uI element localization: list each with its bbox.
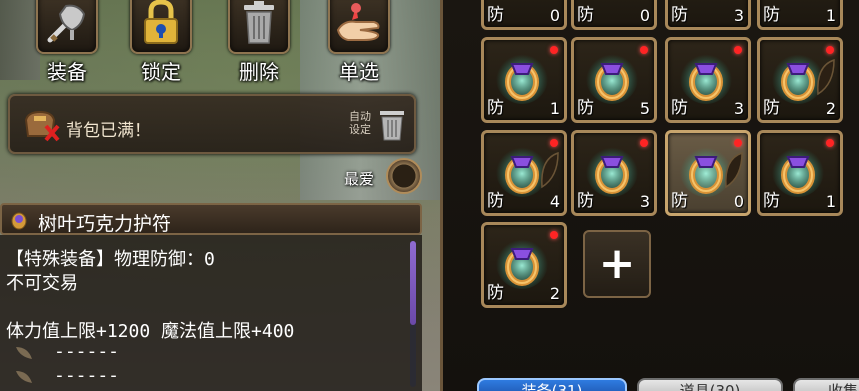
socket-leaf-icon xyxy=(14,369,34,385)
new-item-dot xyxy=(550,231,558,239)
detail-scroll-thumb[interactable] xyxy=(410,241,416,325)
tab-collection[interactable]: 收集 xyxy=(793,378,859,391)
bag-full-message: 背包已满！ xyxy=(66,121,151,141)
slot-count: 3 xyxy=(639,192,650,211)
new-item-dot xyxy=(734,139,742,147)
new-item-dot xyxy=(826,46,834,54)
slot-type-label: 防 xyxy=(671,191,688,211)
slot-count: 4 xyxy=(549,192,560,211)
full-bag-icon xyxy=(22,106,62,142)
inventory-slot[interactable]: 防 0 xyxy=(571,0,657,30)
slot-count: 3 xyxy=(733,99,744,118)
slot-type-label: 防 xyxy=(577,191,594,211)
action-bar: 装备 锁定 删除 单选 xyxy=(0,0,430,90)
slot-type-label: 防 xyxy=(671,98,688,118)
lock-label: 锁定 xyxy=(141,60,181,84)
slot-count: 1 xyxy=(825,6,836,25)
inventory-slot[interactable]: 防2 xyxy=(757,37,843,123)
favorite-label: 最爱 xyxy=(344,170,375,188)
delete-button[interactable]: 删除 xyxy=(220,0,298,88)
socket-leaf-icon xyxy=(14,345,34,361)
detail-scrollbar[interactable] xyxy=(410,241,416,387)
trash-icon xyxy=(228,0,290,54)
equip-button[interactable]: 装备 xyxy=(28,0,106,88)
lock-icon xyxy=(130,0,192,54)
item-name: 树叶巧克力护符 xyxy=(38,213,172,235)
auto-label-line-2: 设定 xyxy=(349,123,371,136)
tab-items[interactable]: 道具(30) xyxy=(637,378,783,391)
slot-type-label: 防 xyxy=(763,191,780,211)
new-item-dot xyxy=(826,139,834,147)
slot-count: 1 xyxy=(549,99,560,118)
slot-count: 0 xyxy=(733,192,744,211)
inventory-slot[interactable]: 防5 xyxy=(571,37,657,123)
slot-type-label: 防 xyxy=(487,191,504,211)
leaf-socket-icon xyxy=(814,58,836,98)
socket-slot-2: ------ xyxy=(54,365,120,386)
slot-type-label: 防 xyxy=(671,5,688,25)
item-stat-line: 【特殊装备】物理防御：0 xyxy=(6,249,215,270)
slot-count: 0 xyxy=(639,6,650,25)
slot-count: 2 xyxy=(549,284,560,303)
favorite-toggle-button[interactable] xyxy=(386,158,422,194)
leaf-socket-icon xyxy=(538,151,560,191)
inventory-slot[interactable]: 防 3 xyxy=(665,0,751,30)
slot-count: 3 xyxy=(733,6,744,25)
slot-type-label: 防 xyxy=(487,283,504,303)
delete-label: 删除 xyxy=(239,60,279,84)
add-slot-button[interactable]: + xyxy=(583,230,651,298)
inventory-slot[interactable]: 防3 xyxy=(665,37,751,123)
slot-type-label: 防 xyxy=(763,98,780,118)
hand-select-icon xyxy=(328,0,390,54)
equip-label: 装备 xyxy=(47,60,87,84)
slot-type-label: 防 xyxy=(577,98,594,118)
inventory-slot[interactable]: 防 1 xyxy=(757,0,843,30)
auto-setting-label[interactable]: 自动 设定 xyxy=(344,110,376,136)
auto-label-line-1: 自动 xyxy=(349,110,371,123)
inventory-slot[interactable]: 防0 xyxy=(665,130,751,216)
auto-trash-icon[interactable] xyxy=(378,108,406,142)
slot-type-label: 防 xyxy=(763,5,780,25)
inventory-slot[interactable]: 防 0 xyxy=(481,0,567,30)
item-bonus-line: 体力值上限+1200 魔法值上限+400 xyxy=(6,321,295,342)
single-select-button[interactable]: 单选 xyxy=(320,0,398,88)
slot-type-label: 防 xyxy=(577,5,594,25)
new-item-dot xyxy=(640,46,648,54)
slot-type-label: 防 xyxy=(487,5,504,25)
new-item-dot xyxy=(640,139,648,147)
slot-count: 0 xyxy=(549,6,560,25)
single-select-label: 单选 xyxy=(339,60,379,84)
inventory-slot[interactable]: 防2 xyxy=(481,222,567,308)
inventory-slot[interactable]: 防4 xyxy=(481,130,567,216)
tab-equipment[interactable]: 装备(31) xyxy=(477,378,627,391)
inventory-slot[interactable]: 防1 xyxy=(481,37,567,123)
bag-status-bar: 背包已满！ 自动 设定 xyxy=(8,94,416,154)
leaf-socket-icon xyxy=(722,151,744,191)
amulet-icon xyxy=(10,210,28,230)
socket-slot-1: ------ xyxy=(54,341,120,362)
new-item-dot xyxy=(550,139,558,147)
item-title-bar: 树叶巧克力护符 xyxy=(0,203,422,235)
inventory-slot[interactable]: 防3 xyxy=(571,130,657,216)
inventory-panel: 防 0 防 0 防 3 防 1 防1防5防3防2防4防3防0防1防2 + 装备(… xyxy=(440,0,859,391)
plus-icon: + xyxy=(598,238,636,289)
slot-count: 1 xyxy=(825,192,836,211)
equipment-icon xyxy=(36,0,98,54)
new-item-dot xyxy=(550,46,558,54)
slot-count: 2 xyxy=(825,99,836,118)
item-detail-panel: 【特殊装备】物理防御：0 不可交易 体力值上限+1200 魔法值上限+400 -… xyxy=(0,235,422,391)
slot-type-label: 防 xyxy=(487,98,504,118)
slot-count: 5 xyxy=(639,99,650,118)
new-item-dot xyxy=(734,46,742,54)
inventory-slot[interactable]: 防1 xyxy=(757,130,843,216)
item-trade-line: 不可交易 xyxy=(6,273,78,294)
lock-button[interactable]: 锁定 xyxy=(122,0,200,88)
